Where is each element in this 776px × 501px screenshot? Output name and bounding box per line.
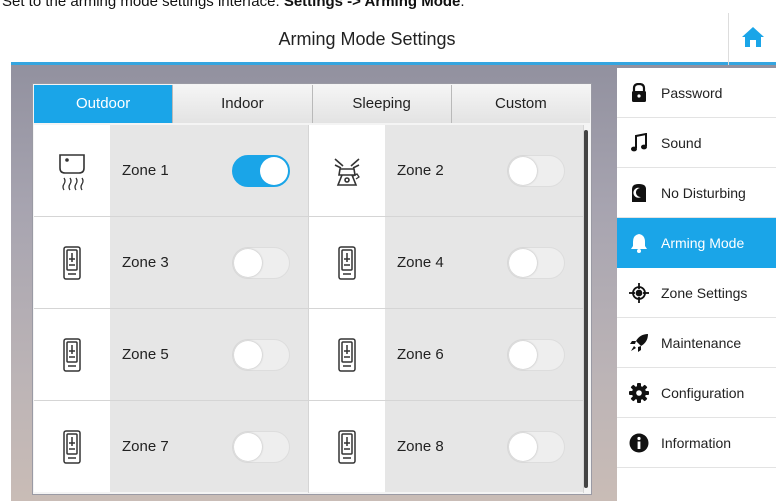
caption-text: Set to the arming mode settings interfac… bbox=[2, 0, 284, 10]
toggle-knob bbox=[260, 157, 288, 185]
zone-list-scrollbar[interactable] bbox=[584, 130, 588, 488]
sidebar-item-sound[interactable]: Sound bbox=[617, 118, 776, 168]
sidebar-item-maintenance[interactable]: Maintenance bbox=[617, 318, 776, 368]
tab-sleeping[interactable]: Sleeping bbox=[312, 85, 452, 123]
sidebar-item-label: Information bbox=[661, 434, 732, 451]
door-sensor-icon bbox=[309, 309, 385, 400]
zone-toggle[interactable] bbox=[507, 431, 565, 463]
sidebar-item-information[interactable]: Information bbox=[617, 418, 776, 468]
sidebar-item-label: Password bbox=[661, 84, 723, 101]
title-bar: Arming Mode Settings bbox=[11, 13, 776, 65]
sidebar-item-label: No Disturbing bbox=[661, 184, 746, 201]
zone-row: Zone 8 bbox=[309, 401, 584, 493]
zone-label: Zone 8 bbox=[397, 438, 444, 455]
zone-label: Zone 6 bbox=[397, 346, 444, 363]
door-sensor-icon bbox=[34, 217, 110, 308]
moon-icon bbox=[617, 168, 661, 218]
zone-row: Zone 1 bbox=[34, 125, 309, 217]
music-note-icon bbox=[617, 118, 661, 168]
toggle-knob bbox=[234, 249, 262, 277]
door-sensor-icon bbox=[309, 217, 385, 308]
zone-row: Zone 3 bbox=[34, 217, 309, 309]
tab-indoor[interactable]: Indoor bbox=[173, 85, 313, 123]
door-sensor-icon bbox=[309, 401, 385, 492]
sidebar-item-arming-mode[interactable]: Arming Mode bbox=[617, 218, 776, 268]
tab-custom[interactable]: Custom bbox=[451, 85, 590, 123]
zone-label: Zone 7 bbox=[122, 438, 169, 455]
zone-toggle[interactable] bbox=[507, 339, 565, 371]
gas-sensor-icon bbox=[309, 125, 385, 216]
sidebar-item-password[interactable]: Password bbox=[617, 68, 776, 118]
zone-row: Zone 6 bbox=[309, 309, 584, 401]
toggle-knob bbox=[509, 249, 537, 277]
sidebar-item-label: Configuration bbox=[661, 384, 745, 401]
zone-body: Zone 1 bbox=[110, 125, 308, 216]
crosshair-icon bbox=[617, 268, 661, 318]
zone-grid: Zone 1 Zone 2 Zone 3 Zone 4 Zone 5 Zone … bbox=[34, 125, 584, 493]
zone-body: Zone 8 bbox=[385, 401, 583, 492]
zone-label: Zone 1 bbox=[122, 162, 169, 179]
zone-toggle[interactable] bbox=[507, 155, 565, 187]
zone-toggle[interactable] bbox=[232, 339, 290, 371]
rocket-icon bbox=[617, 318, 661, 368]
zone-row: Zone 7 bbox=[34, 401, 309, 493]
door-sensor-icon bbox=[34, 401, 110, 492]
zone-row: Zone 2 bbox=[309, 125, 584, 217]
zone-row: Zone 5 bbox=[34, 309, 309, 401]
zone-body: Zone 7 bbox=[110, 401, 308, 492]
gear-icon bbox=[617, 368, 661, 418]
smoke-detector-icon bbox=[34, 125, 110, 216]
mode-tabs: Outdoor Indoor Sleeping Custom bbox=[34, 85, 590, 123]
zone-body: Zone 6 bbox=[385, 309, 583, 400]
toggle-knob bbox=[509, 433, 537, 461]
zone-label: Zone 2 bbox=[397, 162, 444, 179]
sidebar-item-label: Zone Settings bbox=[661, 284, 748, 301]
caption-menu-path: Settings -> Arming Mode bbox=[283, 0, 461, 10]
info-icon bbox=[617, 418, 661, 468]
caption-suffix: . bbox=[460, 0, 465, 10]
zone-toggle[interactable] bbox=[232, 247, 290, 279]
bell-icon bbox=[617, 218, 661, 268]
home-icon bbox=[741, 26, 765, 53]
door-sensor-icon bbox=[34, 309, 110, 400]
settings-sidebar: Password Sound No Disturbing Arming Mode… bbox=[617, 68, 776, 501]
toggle-knob bbox=[509, 341, 537, 369]
zone-label: Zone 3 bbox=[122, 254, 169, 271]
zone-label: Zone 5 bbox=[122, 346, 169, 363]
instruction-caption: Set to the arming mode settings interfac… bbox=[0, 0, 776, 13]
arming-mode-panel: Outdoor Indoor Sleeping Custom Zone 1 Zo… bbox=[32, 83, 592, 495]
device-screen: Arming Mode Settings Outdoor Indoor Slee… bbox=[11, 13, 776, 501]
home-button[interactable] bbox=[728, 13, 776, 65]
zone-toggle[interactable] bbox=[232, 155, 290, 187]
sidebar-item-label: Sound bbox=[661, 134, 702, 151]
toggle-knob bbox=[234, 341, 262, 369]
lock-icon bbox=[617, 68, 661, 118]
sidebar-item-configuration[interactable]: Configuration bbox=[617, 368, 776, 418]
page-title: Arming Mode Settings bbox=[278, 29, 456, 49]
zone-toggle[interactable] bbox=[507, 247, 565, 279]
zone-label: Zone 4 bbox=[397, 254, 444, 271]
zone-body: Zone 3 bbox=[110, 217, 308, 308]
zone-body: Zone 2 bbox=[385, 125, 583, 216]
toggle-knob bbox=[509, 157, 537, 185]
sidebar-item-label: Maintenance bbox=[661, 334, 742, 351]
zone-body: Zone 5 bbox=[110, 309, 308, 400]
sidebar-item-no-disturbing[interactable]: No Disturbing bbox=[617, 168, 776, 218]
sidebar-item-label: Arming Mode bbox=[661, 234, 745, 251]
tab-outdoor[interactable]: Outdoor bbox=[34, 85, 174, 123]
sidebar-item-zone-settings[interactable]: Zone Settings bbox=[617, 268, 776, 318]
toggle-knob bbox=[234, 433, 262, 461]
zone-body: Zone 4 bbox=[385, 217, 583, 308]
zone-toggle[interactable] bbox=[232, 431, 290, 463]
zone-row: Zone 4 bbox=[309, 217, 584, 309]
